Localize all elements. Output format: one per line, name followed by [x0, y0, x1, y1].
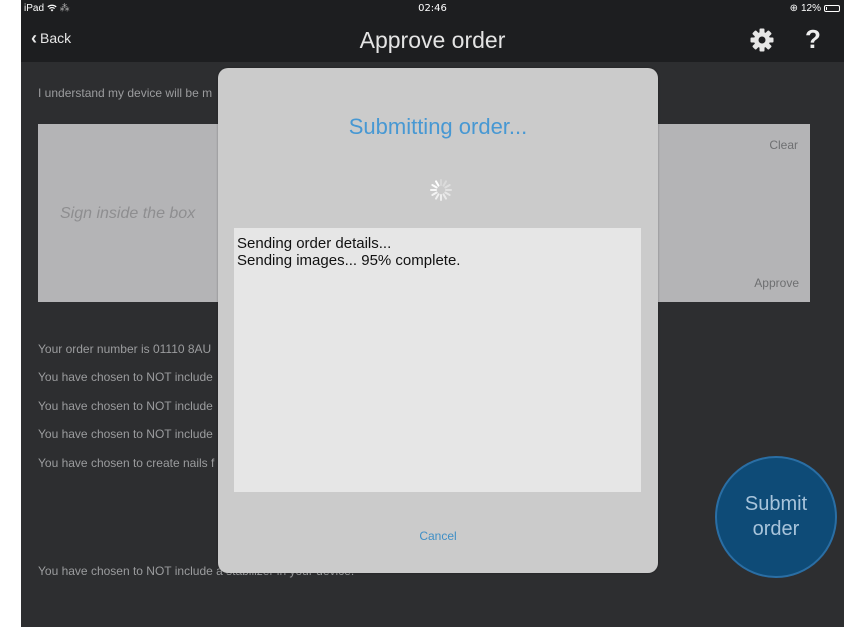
page-title: Approve order	[359, 27, 506, 53]
signature-placeholder: Sign inside the box	[60, 205, 196, 222]
app-screen: iPad ⁂ 02:46 ⊕ 12% ‹ Back Approve order	[21, 0, 844, 627]
navigation-bar: ‹ Back Approve order ?	[21, 18, 844, 62]
order-number-text: Your order number is 01110 8AU	[38, 342, 212, 356]
log-line: Sending images... 95% complete.	[237, 252, 461, 269]
option-line: You have chosen to NOT include	[38, 427, 213, 441]
approve-button[interactable]: Approve	[754, 276, 799, 290]
dialog-title: Submitting order...	[348, 114, 528, 139]
cancel-button[interactable]: Cancel	[218, 529, 658, 543]
submit-label-line2: order	[752, 518, 800, 540]
spinner-spoke	[435, 180, 440, 187]
option-line: You have chosen to NOT include	[38, 399, 213, 413]
battery-level	[826, 7, 827, 10]
spinner-spoke	[444, 184, 451, 189]
spinner-spoke	[431, 191, 438, 197]
spinner-spoke	[431, 184, 438, 189]
submit-label-line1: Submit	[744, 493, 808, 515]
submitting-dialog: Submitting order... Sending order detail…	[218, 68, 658, 573]
battery-percent: 12%	[800, 3, 821, 14]
status-time: 02:46	[418, 3, 447, 14]
spinner-spoke	[435, 193, 440, 200]
submit-order-button[interactable]: Submit order	[715, 456, 837, 578]
disclaimer-text: I understand my device will be m	[38, 86, 213, 100]
progress-log: Sending order details... Sending images.…	[234, 228, 641, 492]
spinner-spoke	[442, 193, 447, 200]
spinner-spoke	[444, 191, 451, 196]
option-line: You have chosen to NOT include	[38, 370, 213, 384]
battery-icon	[824, 5, 840, 12]
status-bar: iPad ⁂ 02:46 ⊕ 12%	[21, 0, 844, 18]
gear-icon[interactable]	[749, 27, 775, 53]
clear-button[interactable]: Clear	[769, 138, 798, 152]
option-line: You have chosen to create nails f	[38, 456, 215, 470]
orientation-lock-icon: ⊕	[789, 3, 798, 14]
help-icon[interactable]: ?	[805, 24, 821, 55]
spinner-spoke	[442, 180, 447, 187]
status-right: ⊕ 12%	[790, 3, 840, 14]
log-line: Sending order details...	[237, 235, 392, 252]
activity-spinner-icon	[427, 176, 455, 204]
